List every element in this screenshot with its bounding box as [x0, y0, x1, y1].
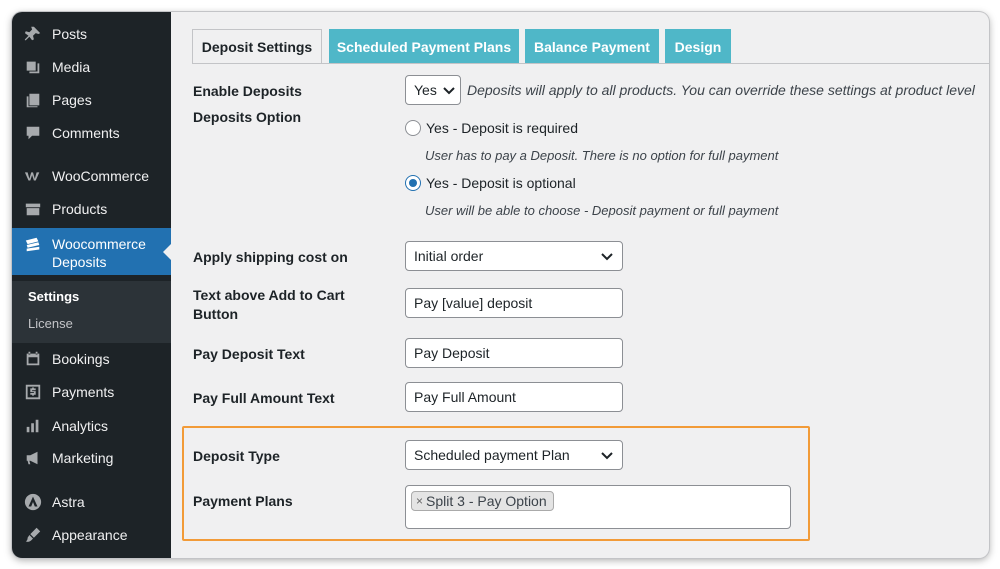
- sidebar-item-label: WooCommerce: [52, 168, 149, 184]
- chip-label: Split 3 - Pay Option: [426, 493, 547, 509]
- sidebar-item-label: Posts: [52, 26, 88, 42]
- pages-icon: [23, 90, 43, 110]
- enable-deposits-select[interactable]: Yes: [405, 75, 461, 105]
- sidebar-item-astra[interactable]: Astra: [12, 490, 171, 514]
- sidebar-item-media[interactable]: Media: [12, 55, 171, 79]
- tab-scheduled-payment-plans[interactable]: Scheduled Payment Plans: [329, 29, 519, 63]
- select-value: Yes: [414, 82, 437, 98]
- sidebar-item-label: Astra: [52, 494, 85, 510]
- woocommerce-icon: [23, 166, 43, 186]
- pay-deposit-text-input[interactable]: Pay Deposit: [405, 338, 623, 368]
- radio-deposit-optional[interactable]: Yes - Deposit is optional: [405, 175, 576, 191]
- app-window: Posts Media Pages Comments WooCommerce P…: [12, 12, 989, 558]
- sidebar-item-label: Bookings: [52, 351, 110, 367]
- enable-deposits-label: Enable Deposits: [193, 83, 302, 99]
- radio-button[interactable]: [405, 120, 421, 136]
- text-above-cart-label: Text above Add to Cart Button: [193, 287, 345, 322]
- shipping-label: Apply shipping cost on: [193, 249, 348, 265]
- sidebar-item-label: Media: [52, 59, 91, 75]
- radio-label: Yes - Deposit is required: [426, 120, 579, 136]
- tab-deposit-settings[interactable]: Deposit Settings: [192, 29, 322, 63]
- deposits-icon: [23, 235, 43, 255]
- tabs-divider: [192, 63, 989, 64]
- pay-deposit-text-label: Pay Deposit Text: [193, 346, 305, 362]
- select-value: Initial order: [414, 248, 484, 264]
- sidebar-item-comments[interactable]: Comments: [12, 121, 171, 145]
- sidebar-item-appearance[interactable]: Appearance: [12, 523, 171, 547]
- radio-deposit-required[interactable]: Yes - Deposit is required: [405, 120, 578, 136]
- sidebar-item-woocommerce[interactable]: WooCommerce: [12, 164, 171, 188]
- chevron-down-icon: [596, 242, 618, 270]
- select-value: Scheduled payment Plan: [414, 447, 570, 463]
- deposits-submenu: Settings License: [12, 281, 171, 343]
- payment-plans-label: Payment Plans: [193, 493, 293, 509]
- shipping-select[interactable]: Initial order: [405, 241, 623, 271]
- sidebar-item-label: Analytics: [52, 418, 109, 434]
- sidebar-item-payments[interactable]: Payments: [12, 380, 171, 404]
- sidebar-item-label: Pages: [52, 92, 92, 108]
- dollar-icon: [23, 382, 43, 402]
- radio-label: Yes - Deposit is optional: [426, 175, 576, 191]
- sidebar-item-marketing[interactable]: Marketing: [12, 446, 171, 470]
- payment-plans-multiselect[interactable]: × Split 3 - Pay Option: [405, 485, 791, 529]
- deposit-required-description: User has to pay a Deposit. There is no o…: [425, 148, 779, 163]
- submenu-item-license[interactable]: License: [28, 316, 73, 331]
- sidebar-item-woocommerce-deposits[interactable]: Woocommerce Deposits: [12, 228, 171, 275]
- sidebar-item-label: Payments: [52, 384, 115, 400]
- deposits-option-label: Deposits Option: [193, 109, 302, 125]
- sidebar-item-label: Comments: [52, 125, 120, 141]
- radio-button-selected[interactable]: [405, 175, 421, 191]
- active-indicator: [163, 243, 171, 260]
- text-above-cart-input[interactable]: Pay [value] deposit: [405, 288, 623, 318]
- comments-icon: [23, 123, 43, 143]
- admin-sidebar: Posts Media Pages Comments WooCommerce P…: [12, 12, 171, 558]
- sidebar-item-pages[interactable]: Pages: [12, 88, 171, 112]
- tab-balance-payment[interactable]: Balance Payment: [525, 29, 659, 63]
- calendar-icon: [23, 349, 43, 369]
- astra-icon: [23, 492, 43, 512]
- deposit-type-label: Deposit Type: [193, 448, 280, 464]
- sidebar-item-analytics[interactable]: Analytics: [12, 414, 171, 438]
- products-icon: [23, 199, 43, 219]
- deposit-type-select[interactable]: Scheduled payment Plan: [405, 440, 623, 470]
- submenu-item-settings[interactable]: Settings: [28, 289, 79, 304]
- sidebar-item-posts[interactable]: Posts: [12, 22, 171, 46]
- bar-chart-icon: [23, 416, 43, 436]
- sidebar-item-label: Marketing: [52, 450, 114, 466]
- pin-icon: [23, 24, 43, 44]
- brush-icon: [23, 525, 43, 545]
- media-icon: [23, 57, 43, 77]
- sidebar-item-label: Woocommerce Deposits: [52, 236, 146, 270]
- chevron-down-icon: [596, 441, 618, 469]
- remove-chip-icon[interactable]: ×: [416, 494, 423, 508]
- pay-full-text-input[interactable]: Pay Full Amount: [405, 382, 623, 412]
- payment-plan-chip: × Split 3 - Pay Option: [411, 491, 554, 511]
- tab-design[interactable]: Design: [665, 29, 731, 63]
- chevron-down-icon: [441, 76, 457, 104]
- pay-full-text-label: Pay Full Amount Text: [193, 390, 335, 406]
- sidebar-item-bookings[interactable]: Bookings: [12, 347, 171, 371]
- enable-deposits-description: Deposits will apply to all products. You…: [467, 82, 975, 98]
- megaphone-icon: [23, 448, 43, 468]
- sidebar-item-products[interactable]: Products: [12, 197, 171, 221]
- sidebar-item-label: Products: [52, 201, 108, 217]
- sidebar-item-label: Appearance: [52, 527, 128, 543]
- deposit-optional-description: User will be able to choose - Deposit pa…: [425, 203, 779, 218]
